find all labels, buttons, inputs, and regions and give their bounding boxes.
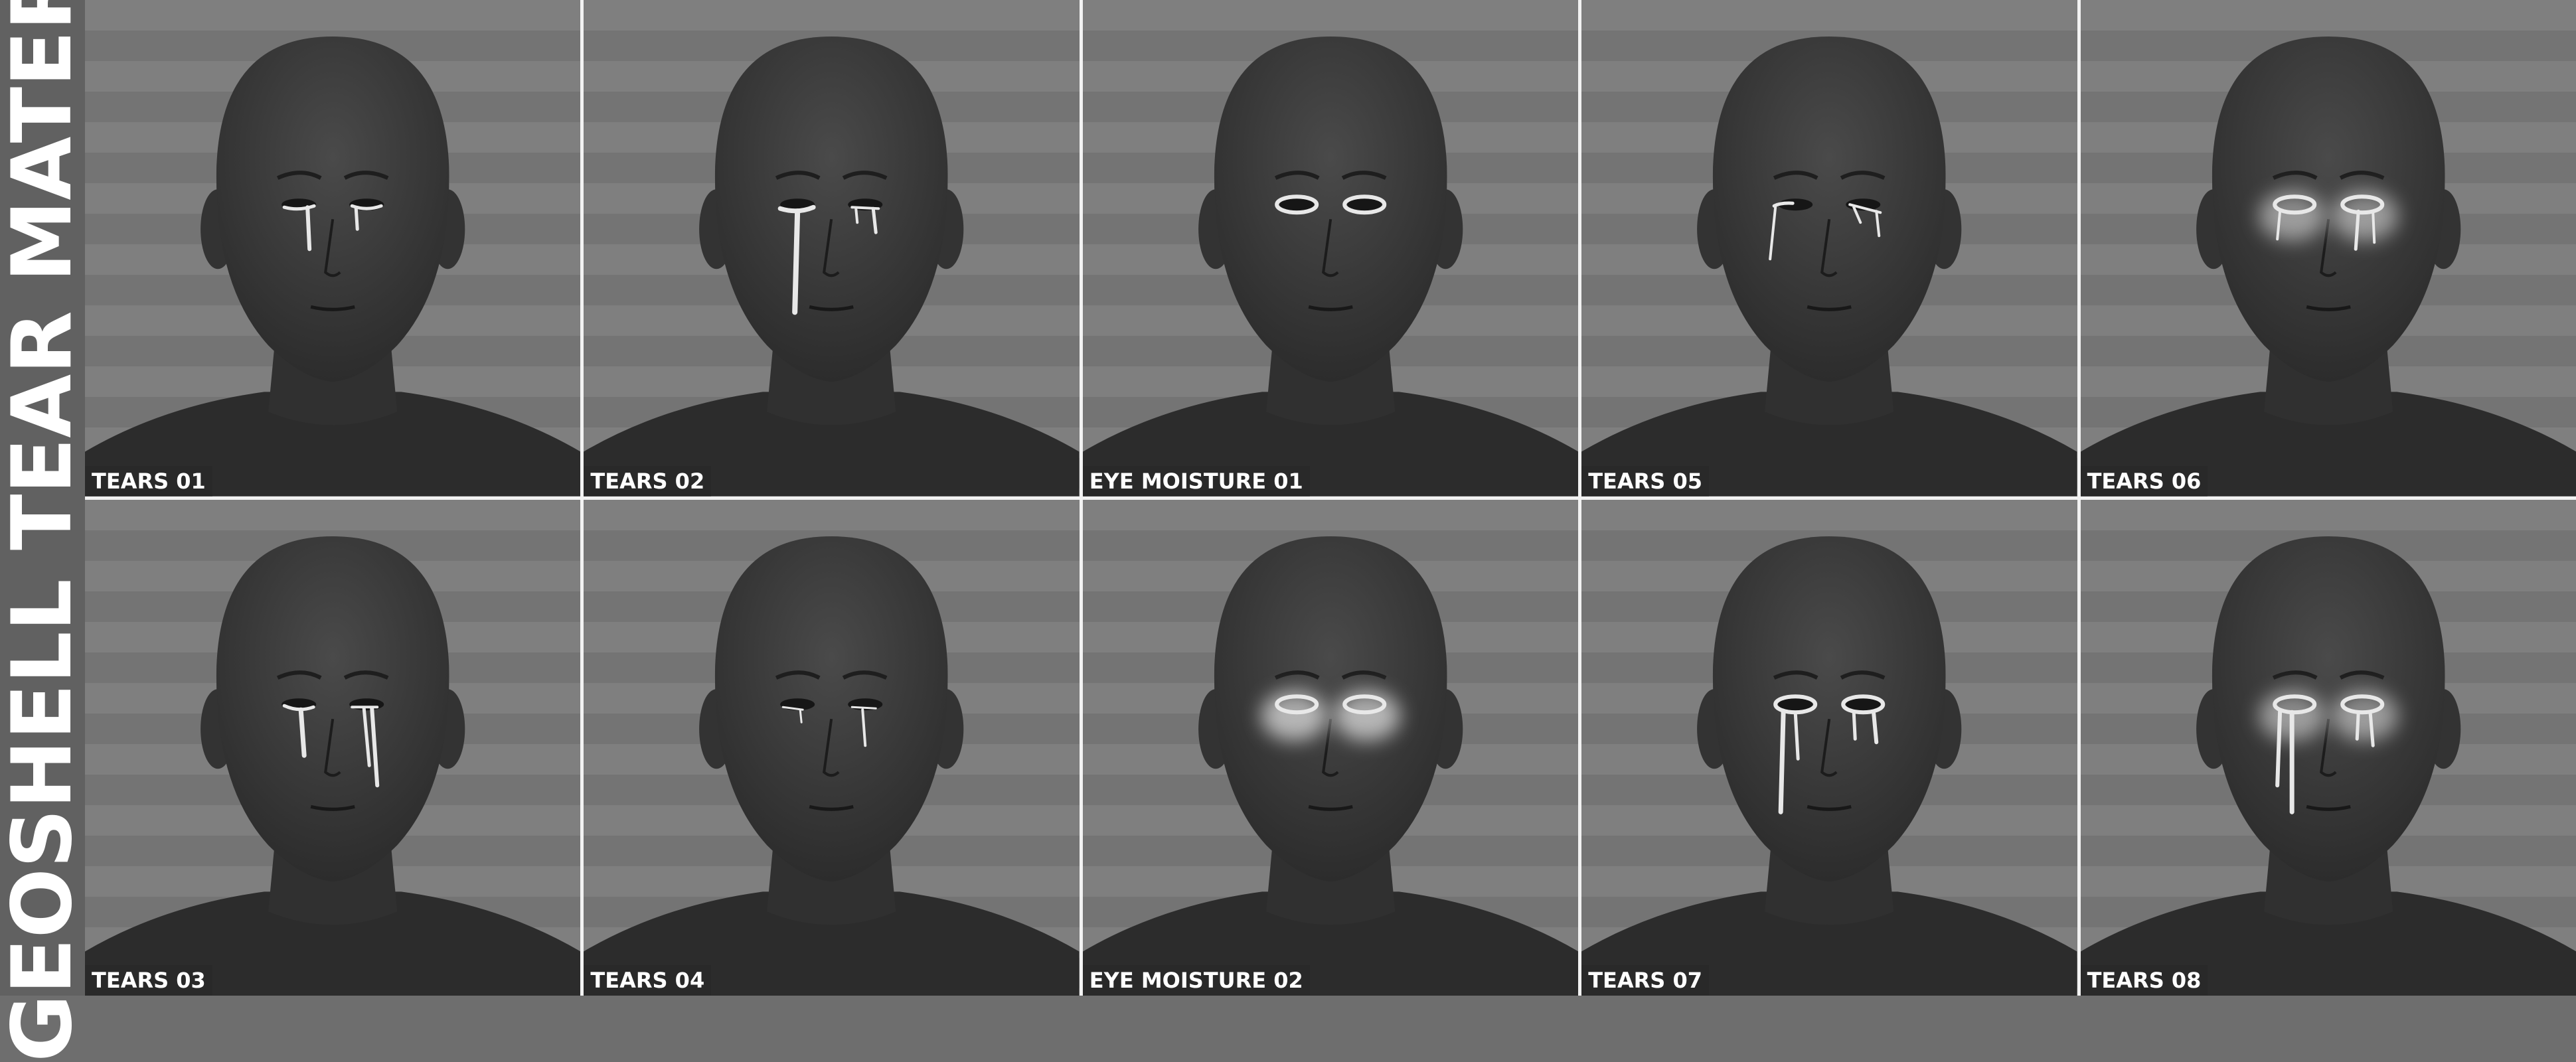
- tear-streak: [1852, 710, 1857, 741]
- head: [2212, 37, 2445, 382]
- head: [216, 37, 449, 382]
- material-panel: TEARS 07: [1581, 499, 2077, 996]
- head-render: [584, 536, 1080, 996]
- tear-streak: [2355, 710, 2360, 741]
- image-canvas: GEOSHELL TEAR MATERIALS TEARS 01 TEARS 0…: [0, 0, 2576, 1062]
- head: [715, 37, 948, 382]
- material-panel: TEARS 04: [584, 499, 1080, 996]
- panel-label: TEARS 07: [1588, 968, 1702, 993]
- head: [1214, 37, 1447, 382]
- head-render: [584, 37, 1080, 496]
- panel-label-bar: EYE MOISTURE 02: [1082, 965, 1310, 996]
- tear-streak: [2275, 708, 2282, 787]
- panel-label: TEARS 08: [2087, 968, 2202, 993]
- panel-label: TEARS 05: [1588, 468, 1702, 494]
- right-eye: [349, 698, 384, 710]
- tear-streak: [305, 205, 312, 252]
- material-panel: EYE MOISTURE 02: [1082, 499, 1579, 996]
- panel-label-bar: TEARS 03: [85, 965, 212, 996]
- left-eye: [1778, 698, 1813, 710]
- panel-label: EYE MOISTURE 02: [1089, 968, 1303, 993]
- tear-streak: [1872, 711, 1879, 744]
- material-panel: EYE MOISTURE 01: [1082, 0, 1579, 496]
- material-grid: TEARS 01 TEARS 02 EYE MOISTURE 01 TEARS …: [85, 0, 2576, 996]
- panel-label-bar: TEARS 08: [2080, 965, 2208, 996]
- tear-streak: [298, 707, 307, 758]
- panel-label-bar: TEARS 01: [85, 465, 212, 496]
- title-strip: GEOSHELL TEAR MATERIALS: [0, 0, 90, 1062]
- head-render: [1082, 37, 1579, 496]
- head-render: [1082, 536, 1579, 996]
- panel-label: TEARS 06: [2087, 468, 2202, 494]
- head-render: [1581, 536, 2077, 996]
- head: [715, 536, 948, 881]
- tear-streak: [354, 206, 359, 231]
- panel-label-bar: TEARS 06: [2080, 465, 2208, 496]
- panel-label: TEARS 01: [92, 468, 206, 494]
- head: [2212, 536, 2445, 881]
- tear-streak: [792, 208, 801, 315]
- tear-streak: [799, 708, 803, 723]
- head-render: [85, 37, 581, 496]
- right-eye: [1846, 698, 1881, 710]
- head-render: [85, 536, 581, 996]
- panel-label-bar: TEARS 04: [584, 965, 712, 996]
- head: [216, 536, 449, 881]
- head: [1214, 536, 1447, 881]
- panel-label-bar: EYE MOISTURE 01: [1082, 465, 1310, 496]
- panel-label: TEARS 04: [590, 968, 705, 993]
- panel-label-bar: TEARS 07: [1581, 965, 1709, 996]
- head: [1713, 536, 1946, 881]
- head: [1713, 37, 1946, 382]
- panel-label: TEARS 02: [590, 468, 705, 494]
- material-panel: TEARS 08: [2080, 499, 2576, 996]
- material-panel: TEARS 05: [1581, 0, 2077, 496]
- head-render: [2080, 536, 2576, 996]
- head-render: [1581, 37, 2077, 496]
- head-render: [2080, 37, 2576, 496]
- panel-label-bar: TEARS 02: [584, 465, 712, 496]
- tear-streak: [851, 706, 878, 710]
- left-eye: [1279, 198, 1314, 211]
- panel-label: TEARS 03: [92, 968, 206, 993]
- material-panel: TEARS 01: [85, 0, 581, 496]
- material-panel: TEARS 06: [2080, 0, 2576, 496]
- panel-label: EYE MOISTURE 01: [1089, 468, 1303, 494]
- material-panel: TEARS 03: [85, 499, 581, 996]
- page-title: GEOSHELL TEAR MATERIALS: [0, 0, 90, 1062]
- tear-streak: [854, 207, 859, 224]
- panel-label-bar: TEARS 05: [1581, 465, 1709, 496]
- material-panel: TEARS 02: [584, 0, 1080, 496]
- right-eye: [1347, 198, 1382, 211]
- tear-streak: [2371, 211, 2375, 244]
- tear-streak: [1778, 708, 1786, 814]
